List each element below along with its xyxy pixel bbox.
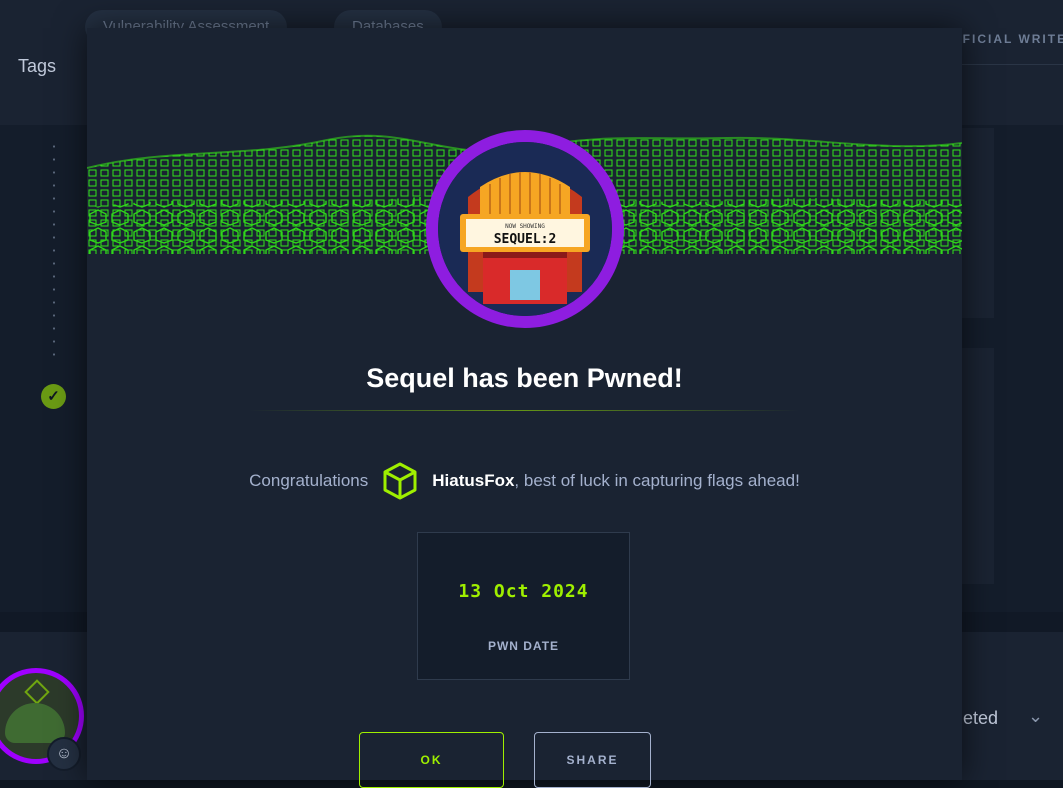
avatar-cube-icon — [24, 679, 50, 705]
marquee-top-text: NOW SHOWING — [505, 223, 545, 230]
modal-title: Sequel has been Pwned! — [366, 363, 683, 393]
congrats-prefix: Congratulations — [249, 471, 369, 490]
tags-label: Tags — [18, 56, 57, 76]
chevron-down-icon[interactable]: ⌄ — [1028, 706, 1043, 727]
congrats-message: Congratulations HiatusFox , best of luck… — [87, 461, 962, 501]
pwn-date-label: PWN DATE — [487, 639, 560, 653]
congrats-suffix: , best of luck in capturing flags ahead! — [514, 471, 800, 490]
avatar-image — [5, 703, 65, 743]
check-icon: ✓ — [41, 384, 66, 409]
theater-icon: NOW SHOWING SEQUEL:2 — [438, 142, 612, 316]
machine-logo-art: NOW SHOWING SEQUEL:2 — [438, 142, 612, 316]
right-panel-lower — [962, 348, 994, 584]
title-divider — [249, 410, 799, 411]
marquee-main-text: SEQUEL:2 — [494, 232, 557, 247]
machine-logo: NOW SHOWING SEQUEL:2 — [426, 130, 624, 328]
progress-dotted-line — [53, 140, 55, 360]
pwned-modal: NOW SHOWING SEQUEL:2 Sequel has been Pwn… — [87, 28, 962, 788]
avatar-badge-icon: ☺ — [47, 737, 81, 771]
cube-icon — [380, 461, 420, 501]
username[interactable]: HiatusFox — [432, 471, 514, 491]
right-panel — [962, 128, 994, 318]
pwn-date-value: 13 Oct 2024 — [458, 581, 589, 602]
pwn-date-card: 13 Oct 2024 PWN DATE — [417, 532, 630, 680]
